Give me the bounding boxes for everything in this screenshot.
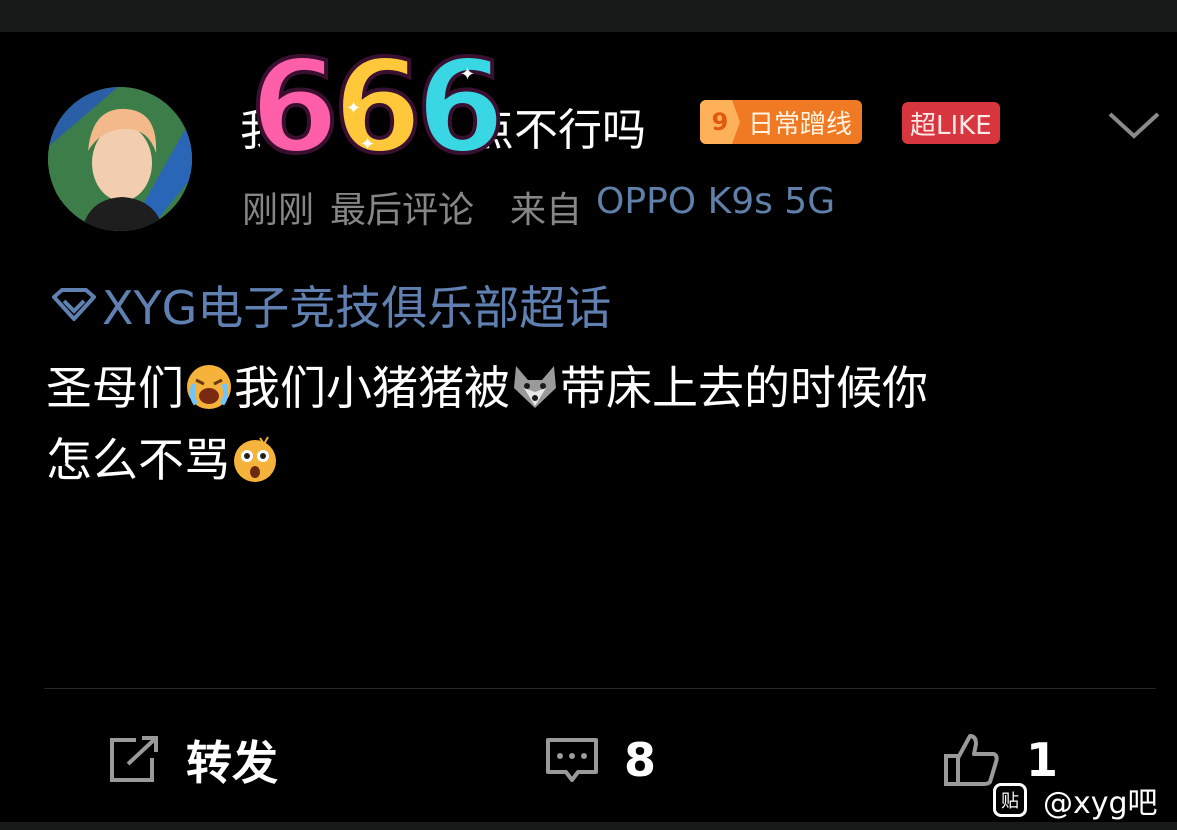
post-text: 带床上去的时候你: [560, 361, 928, 415]
sparkle-icon: ✦: [460, 64, 476, 85]
watermark-text: @xyg吧: [1043, 786, 1158, 821]
top-status-strip: [0, 0, 1177, 32]
last-comment-label: 最后评论: [330, 190, 475, 231]
shocked-face-emoji-icon: [234, 436, 276, 482]
level-number: 9: [700, 100, 740, 144]
sparkle-icon: ✦: [346, 98, 362, 119]
post-text: 我们小猪猪被: [234, 361, 510, 415]
supertopic-link[interactable]: XYG电子竞技俱乐部超话: [48, 272, 611, 338]
repost-icon: [110, 736, 158, 782]
sticker-text: 666: [248, 33, 507, 182]
post-text: 圣母们: [46, 361, 184, 415]
tieba-logo-icon: 贴: [993, 783, 1027, 817]
wolf-emoji-icon: [514, 366, 556, 408]
post-time: 刚刚: [242, 190, 315, 231]
post-content: 圣母们 我们小猪猪被 带床上去的时候你 怎么不骂: [46, 352, 1136, 496]
repost-button[interactable]: 转发: [106, 730, 278, 790]
author-avatar[interactable]: [48, 87, 192, 231]
post-text: 怎么不骂: [46, 433, 230, 487]
666-sticker: 666 ✦ ✦ ✦: [248, 33, 507, 182]
post-meta: 刚刚 最后评论 来自 OPPO K9s 5G: [242, 181, 835, 233]
comment-count: 8: [624, 733, 657, 787]
post-line-2: 怎么不骂: [46, 424, 1136, 496]
crying-face-emoji-icon: [187, 365, 231, 409]
super-like-badge[interactable]: 超LIKE: [902, 102, 1000, 144]
level-badge[interactable]: 9 日常蹭线: [700, 100, 863, 144]
diamond-icon: [52, 288, 96, 321]
bottom-strip: [0, 822, 1177, 830]
repost-label: 转发: [186, 736, 278, 790]
avatar-image: [48, 87, 192, 231]
supertopic-name: XYG电子竞技俱乐部超话: [102, 281, 612, 335]
source-label: 来自: [510, 190, 583, 231]
comment-button[interactable]: 8: [544, 730, 656, 790]
comment-icon: [546, 738, 598, 782]
tieba-watermark: 贴 @xyg吧: [993, 778, 1158, 822]
chevron-down-icon[interactable]: [1106, 104, 1162, 144]
content-divider: [44, 688, 1156, 689]
post-line-1: 圣母们 我们小猪猪被 带床上去的时候你: [46, 352, 1136, 424]
device-link[interactable]: OPPO K9s 5G: [596, 181, 835, 233]
sparkle-icon: ✦: [360, 134, 376, 155]
level-badge-label: 日常蹭线: [748, 109, 853, 140]
post-detail-screen: 我 点不行吗 666 ✦ ✦ ✦ 9 日常蹭线 超LIKE 刚刚 最后评论 来自…: [0, 0, 1177, 830]
